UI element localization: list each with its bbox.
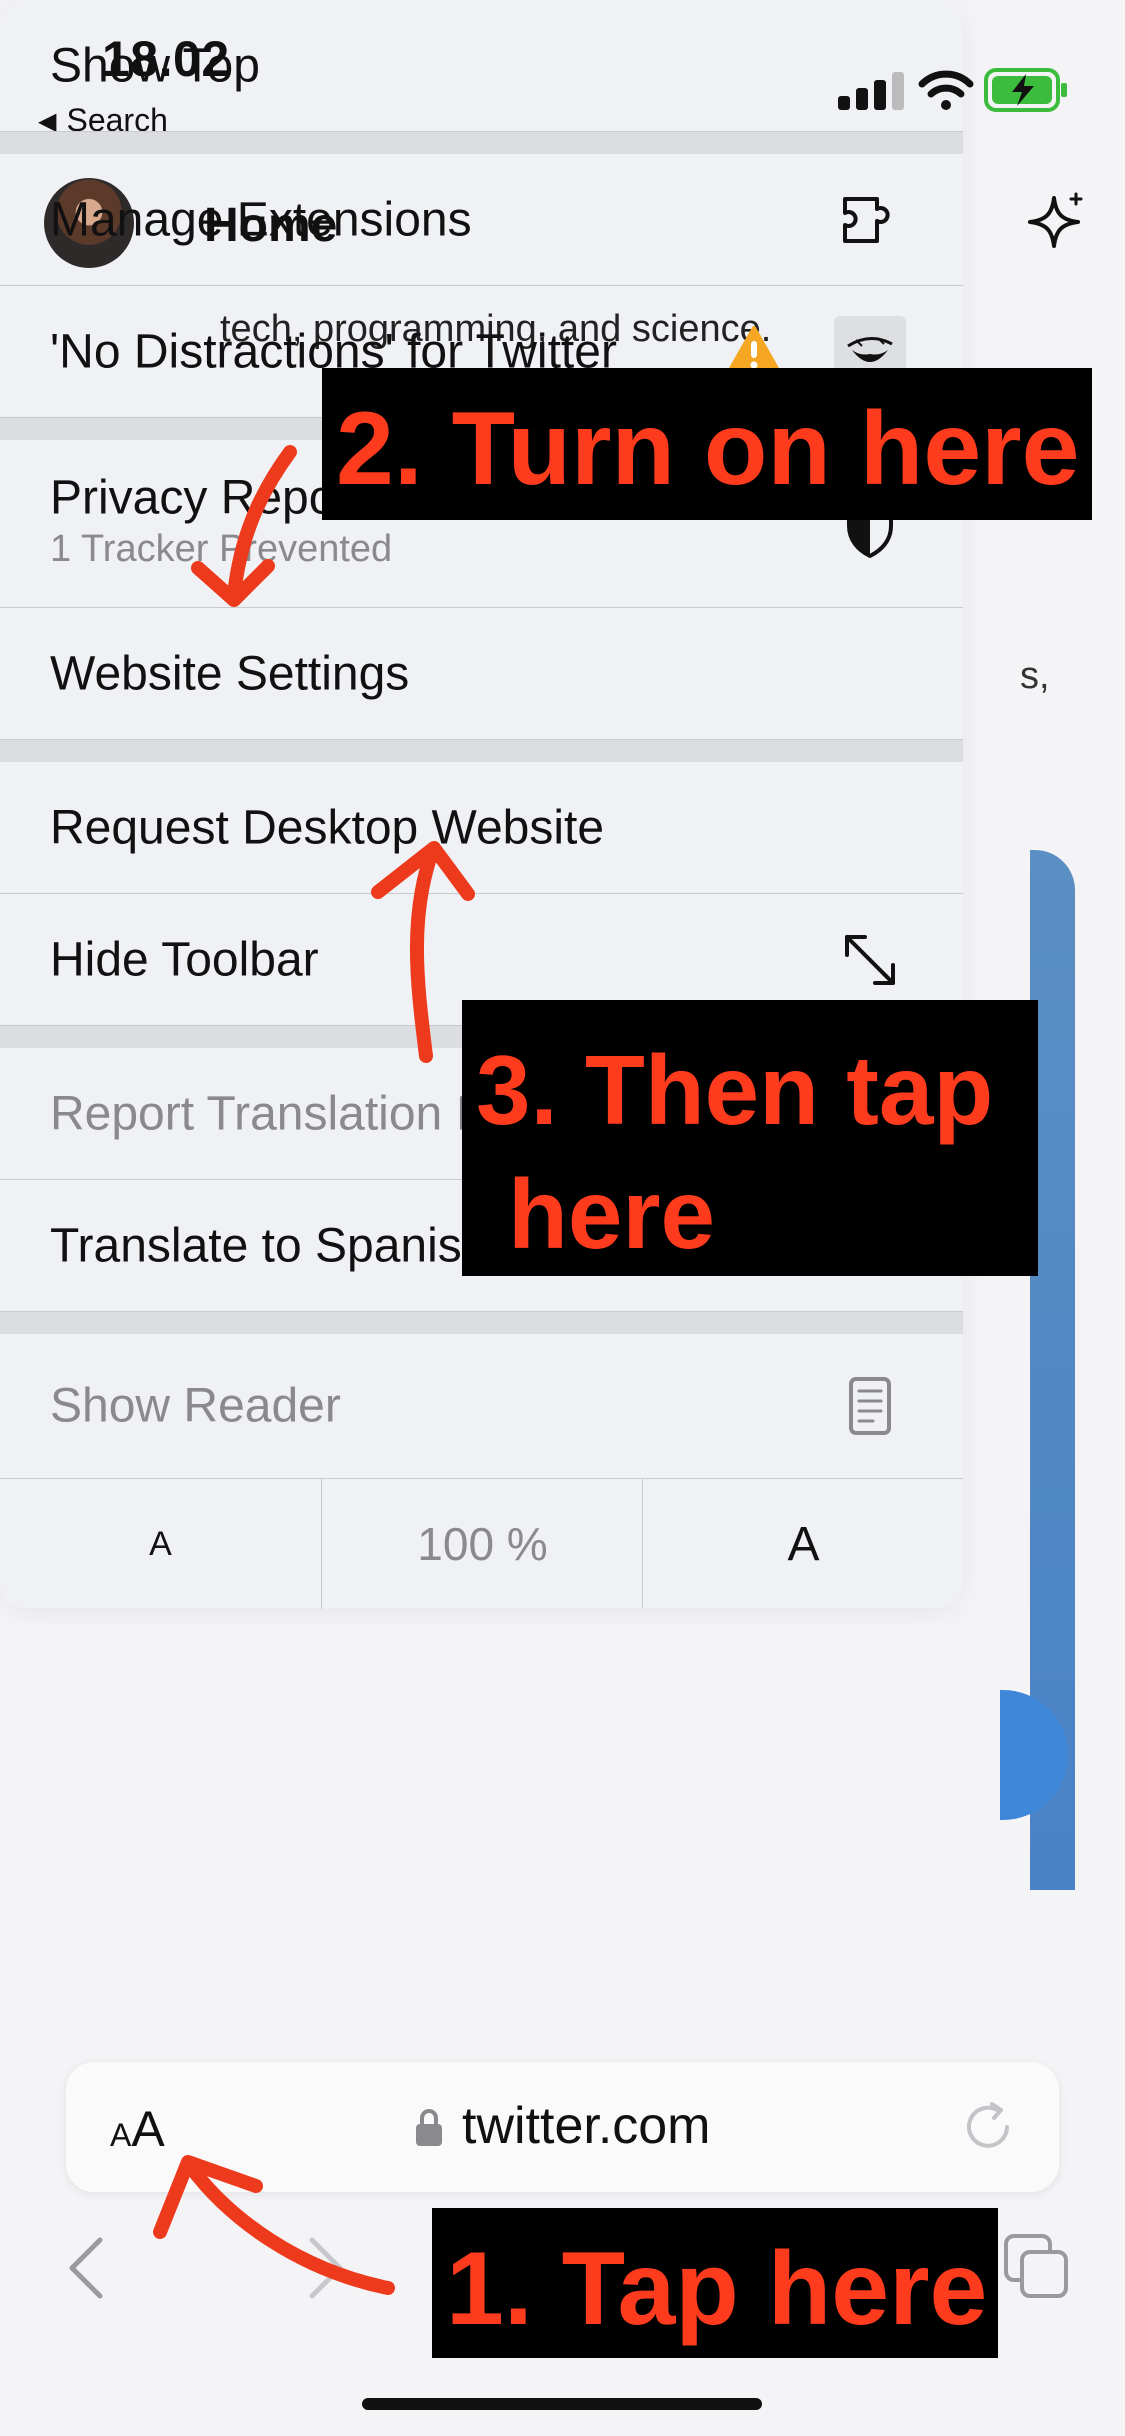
decrease-font-label: A [149, 1524, 172, 1563]
tabs-icon[interactable] [1000, 2230, 1072, 2302]
zoom-level-value: 100 % [417, 1518, 548, 1570]
url-text: twitter.com [462, 2097, 711, 2155]
menu-item-show-top[interactable]: Show Top [0, 0, 963, 132]
puzzle-icon [843, 196, 890, 243]
font-size-controls: A 100 % A [0, 1478, 964, 1609]
annotation-step-3-line-1: 3. Then tap [476, 1035, 994, 1145]
increase-font-button[interactable]: A [642, 1479, 964, 1609]
menu-item-label: Translate to Spanish [50, 1219, 489, 1272]
background-tweet-text-fragment: s, [1020, 655, 1050, 697]
battery-charging-icon [984, 68, 1067, 112]
annotation-step-1: 1. Tap here [432, 2208, 998, 2358]
menu-item-website-settings[interactable]: Website Settings [0, 608, 963, 740]
address-bar[interactable]: AA twitter.com [66, 2062, 1059, 2192]
aa-small-glyph: A [110, 2117, 132, 2153]
increase-font-label: A [787, 1517, 820, 1571]
page-settings-menu: Show Top Manage Extensions 'No Distracti… [0, 0, 964, 1609]
zoom-level-button[interactable]: 100 % [321, 1479, 643, 1609]
menu-separator [0, 132, 963, 154]
menu-separator [0, 1312, 963, 1334]
menu-item-label: Privacy Report [50, 471, 365, 525]
home-indicator [362, 2398, 762, 2410]
annotation-step-3: 3. Then tap here [462, 1000, 1038, 1276]
menu-item-label: Show Reader [50, 1379, 341, 1433]
menu-item-label: Website Settings [50, 647, 410, 700]
annotation-step-2: 2. Turn on here [322, 368, 1092, 520]
menu-item-label: Hide Toolbar [50, 933, 319, 986]
reload-icon[interactable] [959, 2098, 1017, 2156]
menu-separator [0, 740, 963, 762]
menu-item-request-desktop-website[interactable]: Request Desktop Website [0, 762, 963, 894]
decrease-font-button[interactable]: A [0, 1479, 321, 1609]
menu-item-label: Request Desktop Website [50, 801, 605, 854]
chevron-right-icon[interactable] [300, 2236, 348, 2300]
annotation-step-3-line-2: here [508, 1159, 716, 1269]
menu-item-show-reader[interactable]: Show Reader [0, 1334, 963, 1478]
aa-large-glyph: A [131, 2101, 165, 2157]
chevron-left-icon[interactable] [64, 2236, 112, 2300]
page-settings-button[interactable]: AA [110, 2100, 165, 2158]
sparkle-icon[interactable] [1024, 190, 1088, 254]
expand-arrows-icon [845, 934, 895, 985]
lock-icon [416, 2109, 442, 2146]
menu-item-label: Show Top [50, 39, 260, 92]
reader-document-icon [849, 1377, 891, 1435]
privacy-report-subtitle: 1 Tracker Prevented [50, 528, 393, 570]
menu-item-label: Manage Extensions [50, 193, 472, 246]
menu-item-manage-extensions[interactable]: Manage Extensions [0, 154, 963, 286]
